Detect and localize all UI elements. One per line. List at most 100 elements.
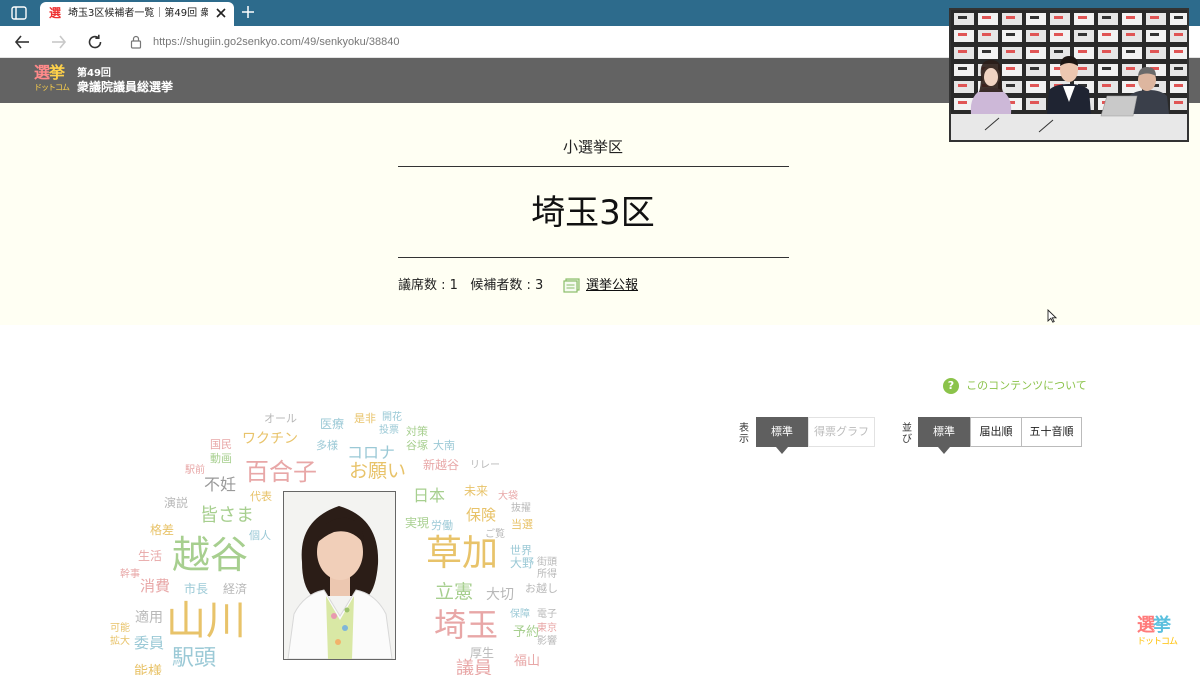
about-content-label: このコンテンツについて	[966, 378, 1087, 392]
page-root: 選 埼玉3区候補者一覧｜第49回 衆議院議員総選挙	[0, 0, 1200, 675]
site-logo[interactable]: 選挙 ドットコム	[34, 64, 72, 98]
wordcloud-word: 立憲	[435, 581, 474, 603]
candidate-photo[interactable]	[283, 491, 396, 660]
wordcloud-word: 福山	[514, 654, 541, 669]
wordcloud-word: 大袋	[498, 491, 518, 502]
sort-label: 並び	[902, 423, 912, 445]
wordcloud-word: 駅頭	[172, 646, 217, 671]
forward-arrow-icon[interactable]	[50, 33, 68, 51]
wordcloud-word: 演説	[164, 496, 189, 510]
candidate-portrait-image	[284, 492, 395, 659]
wordcloud-word: 所得	[537, 569, 557, 580]
wordcloud-word: 適用	[135, 610, 163, 626]
wordcloud-word: 消費	[140, 577, 171, 595]
wordcloud-word: 動画	[210, 452, 232, 465]
wordcloud-word: 影響	[537, 636, 557, 647]
wordcloud-word: 越谷	[172, 533, 249, 577]
wordcloud-word: 実現	[405, 516, 430, 530]
wordcloud-word: 議員	[456, 658, 492, 675]
wordcloud-word: 大野	[510, 556, 535, 570]
logo-kanji: 選挙	[34, 63, 65, 82]
wordcloud-word: 代表	[250, 490, 272, 503]
display-label: 表示	[739, 423, 749, 445]
wordcloud-word: お越し	[525, 582, 558, 595]
site-logo-small[interactable]: 選挙 ドットコム	[1137, 616, 1181, 654]
wordcloud-word: 是非	[354, 412, 376, 425]
district-name: 埼玉3区	[531, 193, 655, 233]
election-bulletin-link[interactable]: 選挙公報	[586, 277, 638, 295]
wordcloud-word: 市長	[184, 582, 209, 596]
wordcloud-word: 対策	[406, 425, 428, 438]
district-meta: 議席数 : 1 候補者数 : 3	[398, 277, 543, 295]
wordcloud-word: 国民	[210, 438, 232, 451]
wordcloud-word: 未来	[464, 484, 489, 498]
help-icon: ?	[943, 377, 959, 394]
logo-subtext: ドットコム	[1137, 637, 1178, 647]
video-overlay	[949, 8, 1189, 142]
candidate-count: 候補者数 : 3	[470, 278, 544, 293]
wordcloud-word: オール	[264, 412, 297, 425]
mouse-cursor-icon	[1047, 309, 1057, 323]
wordcloud-word: 皆さま	[200, 505, 254, 526]
wordcloud-word: 大南	[433, 439, 455, 452]
tab-title: 埼玉3区候補者一覧｜第49回 衆議院議員総選挙	[68, 8, 208, 19]
display-vote-graph-button[interactable]: 得票グラフ	[808, 417, 875, 447]
wordcloud-word: 可能	[110, 623, 130, 634]
close-tab-icon[interactable]	[214, 6, 228, 20]
site-favicon-icon: 選	[48, 6, 61, 20]
election-name: 衆議院議員総選挙	[77, 80, 174, 94]
wordcloud-word: 拡大	[110, 636, 130, 647]
wordcloud-word: 日本	[413, 486, 446, 505]
divider	[398, 257, 789, 258]
wordcloud-word: 当選	[511, 518, 533, 531]
sort-filing-order-button[interactable]: 届出順	[970, 417, 1022, 447]
election-number: 第49回	[77, 68, 111, 79]
wordcloud-word: 草加	[426, 533, 499, 574]
reload-icon[interactable]	[86, 33, 104, 51]
browser-tab[interactable]: 選 埼玉3区候補者一覧｜第49回 衆議院議員総選挙	[40, 2, 234, 26]
lock-icon[interactable]	[130, 35, 142, 49]
seat-count: 議席数 : 1	[398, 278, 458, 293]
wordcloud-word: リレー	[470, 460, 500, 471]
election-title[interactable]: 第49回 衆議院議員総選挙	[77, 68, 173, 94]
logo-kanji: 選挙	[1137, 615, 1171, 636]
wordcloud-word: 埼玉	[434, 606, 499, 644]
active-indicator-caret	[938, 447, 950, 454]
divider	[398, 166, 789, 167]
logo-subtext: ドットコム	[34, 83, 70, 92]
wordcloud-word: お願い	[349, 460, 407, 482]
about-content-link[interactable]: ? このコンテンツについて	[943, 375, 1087, 394]
wordcloud-word: 新越谷	[423, 458, 460, 472]
wordcloud-word: 格差	[150, 523, 175, 537]
sort-standard-button[interactable]: 標準	[918, 417, 970, 447]
wordcloud-word: 駅前	[185, 465, 205, 476]
wordcloud-word: 山川	[166, 598, 246, 644]
wordcloud-word: 多様	[316, 439, 338, 452]
bulletin-icon[interactable]	[563, 278, 581, 293]
wordcloud-word: 委員	[134, 634, 165, 652]
wordcloud-word: 労働	[431, 519, 453, 532]
wordcloud-word: 大切	[486, 587, 514, 603]
wordcloud-word: 東京	[537, 623, 557, 634]
active-indicator-caret	[776, 447, 788, 454]
display-standard-button[interactable]: 標準	[756, 417, 808, 447]
url-field[interactable]: https://shugiin.go2senkyo.com/49/senkyok…	[153, 35, 533, 49]
wordcloud-word: 投票	[379, 425, 399, 436]
wordcloud-word: 街頭	[537, 557, 557, 568]
wordcloud-word: 経済	[223, 582, 248, 596]
wordcloud-word: 谷塚	[406, 439, 428, 452]
sort-gojuon-button[interactable]: 五十音順	[1021, 417, 1082, 447]
wordcloud-word: 予約	[513, 625, 540, 640]
back-arrow-icon[interactable]	[13, 33, 31, 51]
window-icon[interactable]	[10, 5, 28, 21]
wordcloud-word: 抜擢	[511, 503, 531, 514]
district-type: 小選挙区	[562, 138, 623, 156]
wordcloud-word: 保険	[466, 506, 497, 524]
wordcloud-word: 幹事	[120, 569, 140, 580]
wordcloud-word: 保障	[510, 609, 530, 620]
wordcloud-word: ワクチン	[242, 431, 298, 447]
wordcloud-word: 百合子	[245, 458, 317, 486]
new-tab-icon[interactable]	[240, 4, 256, 20]
wordcloud-word: 医療	[320, 417, 345, 431]
wordcloud-word: コロナ	[347, 443, 396, 462]
